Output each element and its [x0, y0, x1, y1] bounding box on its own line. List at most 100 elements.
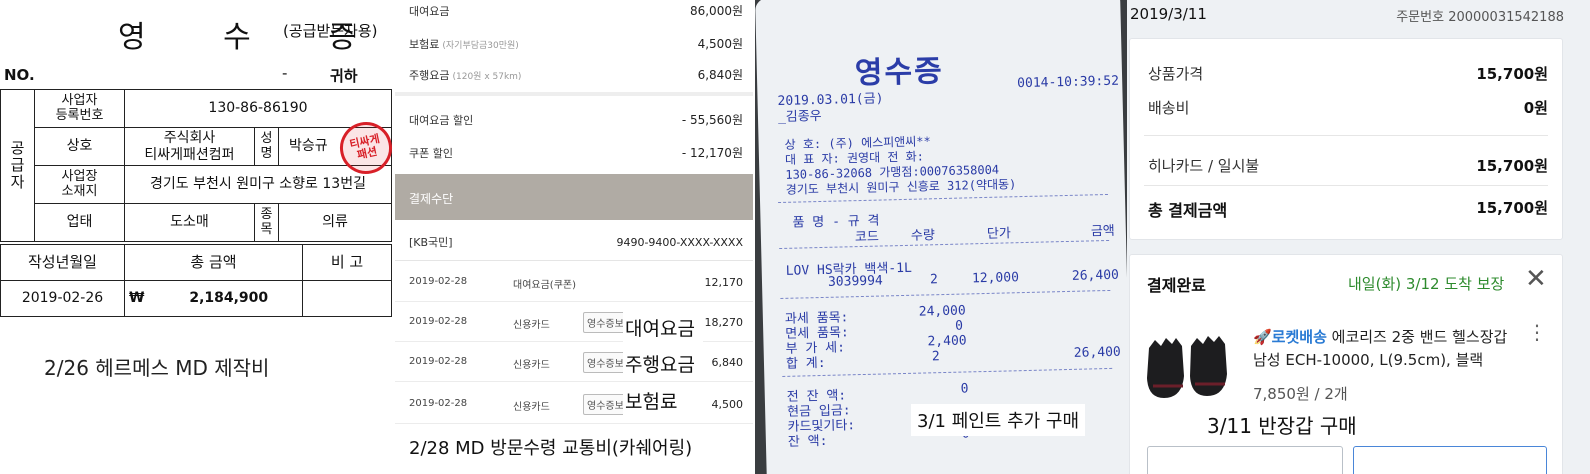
exempt-value: 0: [954, 318, 964, 334]
tax-receipt-panel: 영 수 증 (공급받는자용) NO. - 귀하 공 급 자 사업자 등록번호 1…: [0, 0, 395, 474]
item-value: 의류: [278, 203, 392, 242]
transaction-row: 2019-02-28 대여요금(쿠폰) 12,170: [395, 262, 753, 302]
transaction-date: 2019-02-28: [409, 356, 468, 367]
fee-label: 대여요금: [409, 4, 450, 18]
order-date: 2019/3/11: [1130, 5, 1207, 23]
shopping-app-panel: 2019/3/11 주문번호 20000031542188 상품가격 15,70…: [1127, 0, 1590, 474]
summary-divider: [1144, 185, 1548, 186]
transaction-amount: 18,270: [704, 316, 744, 329]
note-label: 비 고: [302, 244, 392, 281]
receipt-subtitle: (공급받는자용): [283, 22, 378, 40]
transaction-date: 2019-02-28: [409, 398, 468, 409]
header-amount: 금액: [1090, 223, 1115, 240]
transaction-amount: 4,500: [711, 398, 744, 411]
close-icon[interactable]: ✕: [1525, 266, 1547, 292]
transaction-kind: 신용카드: [513, 402, 550, 413]
company-label: 상호: [34, 127, 125, 166]
delivery-eta: 내일(화) 3/12 도착 보장: [1348, 275, 1505, 293]
supplier-table: 공 급 자 사업자 등록번호 130-86-86190 상호 주식회사 티싸게패…: [0, 89, 392, 242]
discount-label: 대여요금 할인: [409, 113, 474, 127]
sum-qty: 2: [931, 349, 940, 365]
transaction-date: 2019-02-28: [409, 276, 468, 287]
total-amount-cell: ₩ 2,184,900: [124, 280, 303, 317]
item-price: 12,000: [971, 270, 1020, 287]
receipt-time: 0014-10:39:52: [1017, 73, 1120, 92]
view-receipt-button[interactable]: 영수증보기: [583, 352, 627, 373]
address: 경기도 부천시 원미구 소향로 13번길: [124, 165, 392, 204]
summary-divider: [1144, 135, 1548, 136]
carshare-caption: 2/28 MD 방문수령 교통비(카쉐어링): [409, 438, 693, 459]
discount-amount: - 55,560원: [681, 113, 743, 127]
annotation-mileage: 주행요금: [623, 348, 703, 379]
shipping-value: 0원: [1523, 99, 1548, 117]
dashed-divider: [782, 367, 1113, 377]
view-receipt-button[interactable]: 영수증보기: [583, 312, 627, 333]
reg-number: 130-86-86190: [124, 89, 392, 128]
currency-symbol: ₩: [129, 290, 145, 307]
fee-label: 보험료: [409, 37, 440, 51]
row-divider: [395, 260, 753, 261]
discount-row-coupon: 쿠폰 할인 - 12,170원: [409, 144, 743, 161]
fee-label: 주행요금: [409, 68, 450, 82]
paper-receipt-caption: 3/1 페인트 추가 구매: [911, 404, 1086, 436]
sum-label: 합 계:: [785, 355, 826, 372]
taxable-value: 24,000: [918, 303, 966, 320]
header-qty: 수량: [910, 228, 936, 244]
prev-balance-value: 0: [960, 381, 969, 397]
transaction-amount: 12,170: [704, 276, 744, 289]
dashed-divider: [779, 239, 1110, 250]
fee-row-mileage: 주행요금 (120원 x 57km) 6,840원: [409, 66, 743, 83]
address-label: 사업장 소재지: [34, 165, 125, 204]
note-value: [302, 280, 392, 317]
card-payment-label: 히나카드 / 일시불: [1148, 157, 1260, 175]
cashier-name: _김종우: [777, 108, 822, 126]
item-code: 3039994: [827, 273, 883, 290]
transaction-kind: 신용카드: [513, 360, 550, 371]
gloves-product-image[interactable]: [1141, 330, 1237, 410]
annotation-insurance: 보험료: [623, 385, 703, 416]
transaction-date: 2019-02-28: [409, 316, 468, 327]
order-number: 주문번호 20000031542188: [1396, 10, 1564, 25]
fee-amount: 4,500원: [697, 37, 743, 51]
receipt-caption: 2/26 헤르메스 MD 제작비: [44, 356, 270, 380]
card-name: [KB국민]: [409, 236, 453, 249]
shipping-label: 배송비: [1148, 99, 1190, 117]
product-name[interactable]: 🚀로켓배송 에코리즈 2중 밴드 헬스장갑 남성 ECH-10000, L(9.…: [1253, 326, 1523, 372]
header-code: 코드: [854, 229, 880, 246]
supplier-label: 공 급 자: [0, 89, 35, 242]
sum-value: 26,400: [1073, 344, 1121, 361]
date-label: 작성년월일: [0, 244, 125, 281]
item-label: 종 목: [254, 203, 279, 242]
transaction-kind: 신용카드: [513, 320, 550, 331]
dashed-divider: [780, 289, 1111, 300]
unit-price: 7,850원 / 2개: [1253, 385, 1348, 403]
price-value: 15,700원: [1476, 65, 1548, 83]
card-number: 9490-9400-XXXX-XXXX: [616, 235, 743, 249]
card-row: [KB국민] 9490-9400-XXXX-XXXX: [409, 234, 743, 250]
transaction-amount: 6,840: [711, 356, 744, 369]
shipping-row: 배송비 0원: [1148, 97, 1548, 118]
fee-amount: 86,000원: [689, 4, 743, 18]
view-receipt-button[interactable]: 영수증보기: [583, 394, 627, 415]
order-status: 결제완료: [1147, 276, 1206, 295]
card-payment-row: 히나카드 / 일시불 15,700원: [1148, 155, 1548, 176]
fee-amount: 6,840원: [697, 68, 743, 82]
price-row: 상품가격 15,700원: [1148, 63, 1548, 84]
item-amount: 26,400: [1071, 267, 1120, 284]
discount-label: 쿠폰 할인: [409, 146, 453, 160]
fee-sub-label: (자기부담금30만원): [442, 40, 519, 51]
receipt-no-dash: -: [282, 64, 288, 82]
fee-row-insurance: 보험료 (자기부담금30만원) 4,500원: [409, 35, 743, 52]
primary-action-button[interactable]: [1353, 446, 1547, 474]
rocket-delivery-badge: 🚀로켓배송: [1253, 328, 1327, 346]
total-row: 총 결제금액 15,700원: [1148, 197, 1548, 221]
annotation-rental: 대여요금: [623, 312, 703, 343]
paper-receipt-panel: 영수증 2019.03.01(금) 0014-10:39:52 _김종우 상 호…: [755, 0, 1127, 474]
secondary-action-button[interactable]: [1147, 446, 1343, 474]
more-options-icon[interactable]: ⋮: [1527, 322, 1547, 342]
receipt-to-label: 귀하: [330, 67, 358, 85]
balance-label: 잔 액:: [787, 433, 828, 450]
total-amount: 2,184,900: [189, 290, 269, 307]
receipt-no-label: NO.: [4, 66, 35, 84]
payment-summary-card: 상품가격 15,700원 배송비 0원 히나카드 / 일시불 15,700원 총…: [1129, 38, 1563, 240]
